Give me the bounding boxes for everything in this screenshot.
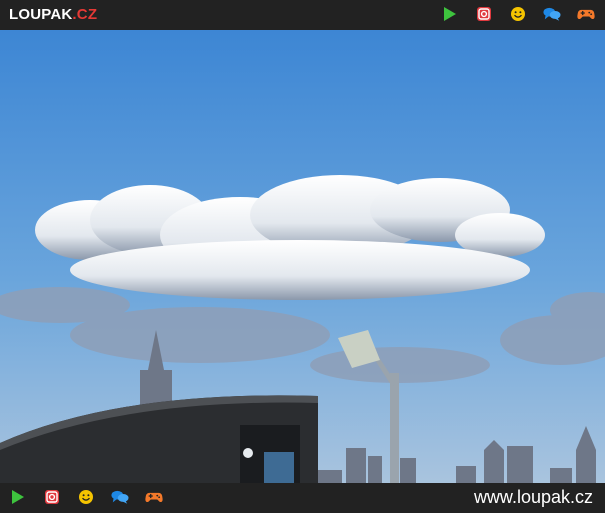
logo-domain: .CZ [72,6,98,23]
bottom-icon-group [9,488,163,506]
top-icon-group [441,5,595,23]
instagram-icon[interactable] [43,488,61,506]
site-logo[interactable]: LOUPAK.CZ [9,6,97,23]
main-cloud [35,175,545,300]
chat-icon[interactable] [111,488,129,506]
smiley-icon[interactable] [509,5,527,23]
gamepad-icon[interactable] [145,488,163,506]
photo [0,30,605,483]
instagram-icon[interactable] [475,5,493,23]
smiley-icon[interactable] [77,488,95,506]
site-url[interactable]: www.loupak.cz [474,487,593,508]
gamepad-icon[interactable] [577,5,595,23]
play-icon[interactable] [441,5,459,23]
play-icon[interactable] [9,488,27,506]
bottom-bar: www.loupak.cz [0,483,605,513]
chat-icon[interactable] [543,5,561,23]
top-bar: LOUPAK.CZ [0,0,605,30]
logo-text: LOUPAK [9,6,73,23]
